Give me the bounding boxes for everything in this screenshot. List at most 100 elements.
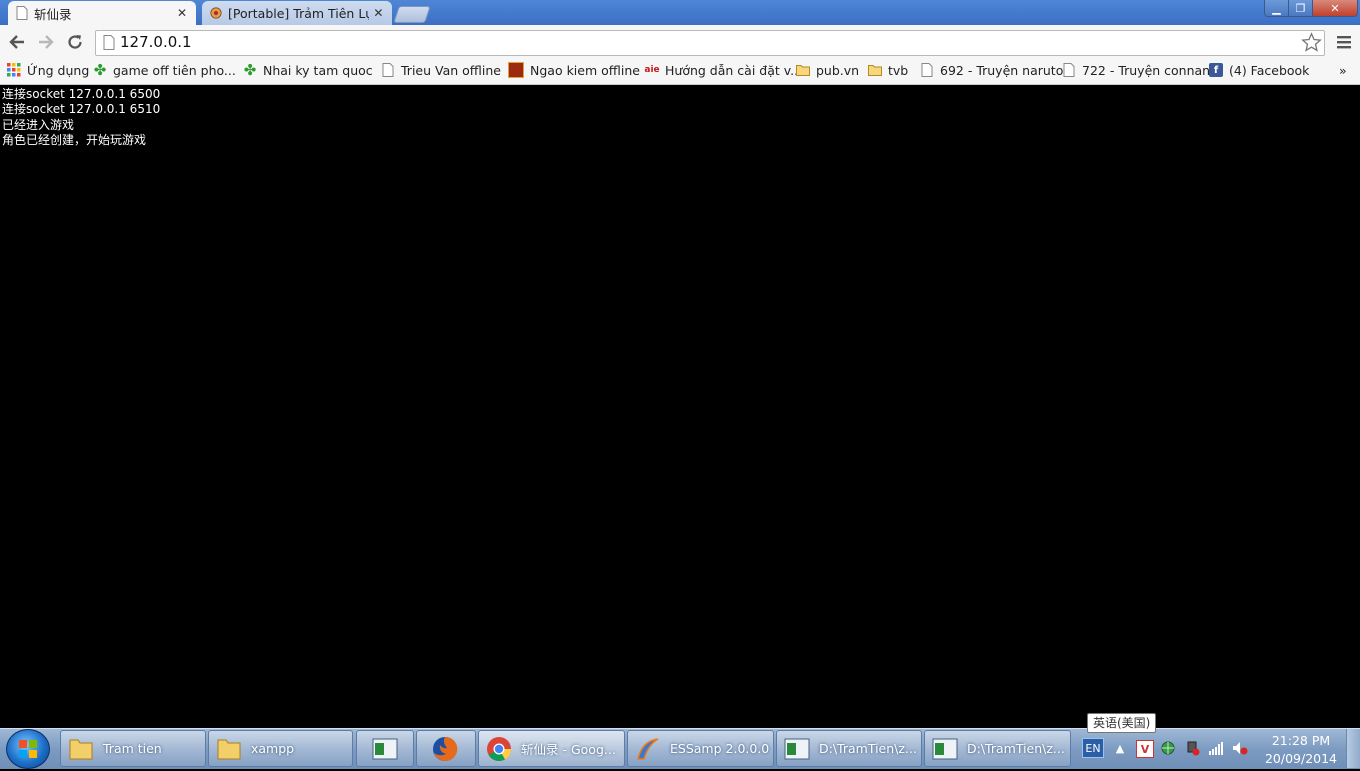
reload-icon — [68, 35, 82, 49]
safely-remove-icon[interactable] — [1184, 740, 1200, 756]
bookmark-label: 692 - Truyện naruto — [940, 62, 1064, 78]
essamp-icon — [637, 737, 659, 760]
window-icon — [932, 738, 958, 759]
folder-icon — [796, 65, 810, 76]
taskbar-label: ESSamp 2.0.0.0 — [670, 741, 770, 756]
antivirus-icon[interactable]: V — [1136, 740, 1154, 758]
tab-close-icon[interactable]: ✕ — [176, 6, 188, 20]
clover-icon: ✤ — [243, 61, 257, 79]
tab-active[interactable]: 斩仙录 ✕ — [8, 1, 196, 25]
log-line: 连接socket 127.0.0.1 6500 — [2, 87, 161, 101]
taskbar-label: D:\TramTien\z... — [819, 741, 917, 756]
restore-icon: ❐ — [1295, 1, 1306, 15]
bookmark-apps[interactable]: Ứng dụng — [7, 60, 89, 80]
bookmark-label: pub.vn — [816, 62, 860, 78]
bookmark-item[interactable]: Trieu Van offline — [381, 60, 501, 80]
bookmark-label: game off tiên pho... — [113, 62, 236, 78]
maximize-button[interactable]: ❐ — [1288, 0, 1313, 17]
forward-arrow-icon — [39, 35, 54, 49]
page-icon — [1063, 63, 1075, 77]
new-tab-button[interactable] — [393, 6, 431, 23]
taskbar-item[interactable]: xampp — [208, 730, 353, 767]
menu-button[interactable] — [1337, 35, 1351, 52]
window-icon — [784, 738, 810, 759]
bookmark-label: tvb — [888, 62, 909, 78]
bookmark-item[interactable]: tvb — [868, 60, 908, 80]
language-tooltip: 英语(美国) — [1087, 713, 1157, 733]
page-icon — [921, 63, 933, 77]
language-indicator[interactable]: EN — [1082, 738, 1104, 758]
clock-date[interactable]: 20/09/2014 — [1264, 751, 1338, 766]
page-icon — [103, 35, 115, 50]
volume-muted-icon[interactable] — [1232, 740, 1248, 756]
taskbar-item[interactable] — [356, 730, 414, 767]
folder-icon — [217, 739, 241, 759]
taskbar-item[interactable]: D:\TramTien\z... — [776, 730, 922, 767]
bookmark-label: (4) Facebook — [1229, 62, 1310, 78]
windows-logo-icon — [19, 740, 37, 758]
address-bar[interactable] — [95, 30, 1325, 56]
bookmark-label: 722 - Truyện connan — [1082, 62, 1211, 78]
bookmark-label: Ngao kiem offline — [530, 62, 640, 78]
close-button[interactable]: ✕ — [1312, 0, 1358, 17]
page-icon — [382, 63, 394, 77]
bookmark-item[interactable]: pub.vn — [796, 60, 859, 80]
page-icon — [16, 6, 28, 20]
chrome-icon — [487, 736, 511, 761]
log-line: 连接socket 127.0.0.1 6510 — [2, 102, 161, 116]
taskbar-item[interactable]: D:\TramTien\z... — [924, 730, 1071, 767]
bookmark-item[interactable]: f (4) Facebook — [1209, 60, 1309, 80]
hamburger-icon — [1337, 36, 1351, 49]
taskbar-label: xampp — [251, 741, 295, 756]
signal-strength-icon[interactable] — [1208, 740, 1224, 756]
log-line: 角色已经创建，开始玩游戏 — [2, 133, 147, 147]
bookmark-item[interactable]: ✤ Nhai ky tam quoc — [243, 60, 373, 80]
back-button[interactable] — [6, 31, 28, 53]
minimize-icon: ▁ — [1272, 1, 1281, 15]
tab-title: 斩仙录 — [34, 6, 72, 22]
network-globe-icon[interactable] — [1160, 740, 1176, 756]
show-desktop-button[interactable] — [1346, 729, 1360, 768]
taskbar-item[interactable] — [416, 730, 476, 767]
tab-inactive[interactable]: [Portable] Trảm Tiên Lục ✕ — [202, 1, 392, 25]
bookmark-label: Ứng dụng — [27, 62, 90, 78]
bookmarks-overflow-button[interactable]: » — [1339, 60, 1347, 80]
taskbar-item[interactable]: ESSamp 2.0.0.0 — [627, 730, 774, 767]
close-icon: ✕ — [1330, 1, 1340, 15]
site-icon: aie — [644, 65, 660, 75]
bookmark-label: Trieu Van offline — [401, 62, 501, 78]
clock-time[interactable]: 21:28 PM — [1270, 733, 1332, 748]
minimize-button[interactable]: ▁ — [1264, 0, 1289, 17]
bookmark-label: Nhai ky tam quoc — [263, 62, 373, 78]
page-content — [0, 85, 1360, 728]
taskbar-item[interactable]: Tram tien — [60, 730, 206, 767]
taskbar-item[interactable]: 斩仙录 - Goog... — [478, 730, 625, 767]
tab-title: [Portable] Trảm Tiên Lục — [228, 5, 369, 21]
taskbar-label: D:\TramTien\z... — [967, 741, 1065, 756]
folder-icon — [868, 65, 882, 76]
bookmark-item[interactable]: 692 - Truyện naruto — [920, 60, 1063, 80]
bookmark-item[interactable]: aie Hướng dẫn cài đặt v... — [644, 60, 803, 80]
apps-grid-icon — [7, 63, 21, 77]
star-icon[interactable] — [1301, 32, 1322, 53]
clover-icon: ✤ — [93, 61, 107, 79]
chevron-up-icon: ▲ — [1115, 741, 1125, 755]
bookmark-label: Hướng dẫn cài đặt v... — [665, 62, 803, 78]
bookmark-item[interactable]: 722 - Truyện connan — [1062, 60, 1210, 80]
reload-button[interactable] — [64, 31, 86, 53]
forward-button[interactable] — [35, 31, 57, 53]
taskbar-label: 斩仙录 - Goog... — [521, 742, 616, 757]
taskbar-label: Tram tien — [103, 741, 162, 756]
facebook-icon: f — [1209, 63, 1223, 77]
tab-close-icon[interactable]: ✕ — [373, 6, 384, 20]
log-line: 已经进入游戏 — [2, 118, 75, 132]
folder-icon — [69, 739, 93, 759]
game-logo-icon — [210, 7, 222, 19]
bookmark-item[interactable]: ✤ game off tiên pho... — [93, 60, 236, 80]
address-text[interactable]: 127.0.0.1 — [120, 33, 192, 51]
firefox-icon — [433, 736, 458, 761]
show-hidden-icons-button[interactable]: ▲ — [1112, 740, 1128, 756]
start-button[interactable] — [6, 729, 50, 769]
back-arrow-icon — [9, 35, 24, 49]
bookmark-item[interactable]: Ngao kiem offline — [508, 60, 640, 80]
